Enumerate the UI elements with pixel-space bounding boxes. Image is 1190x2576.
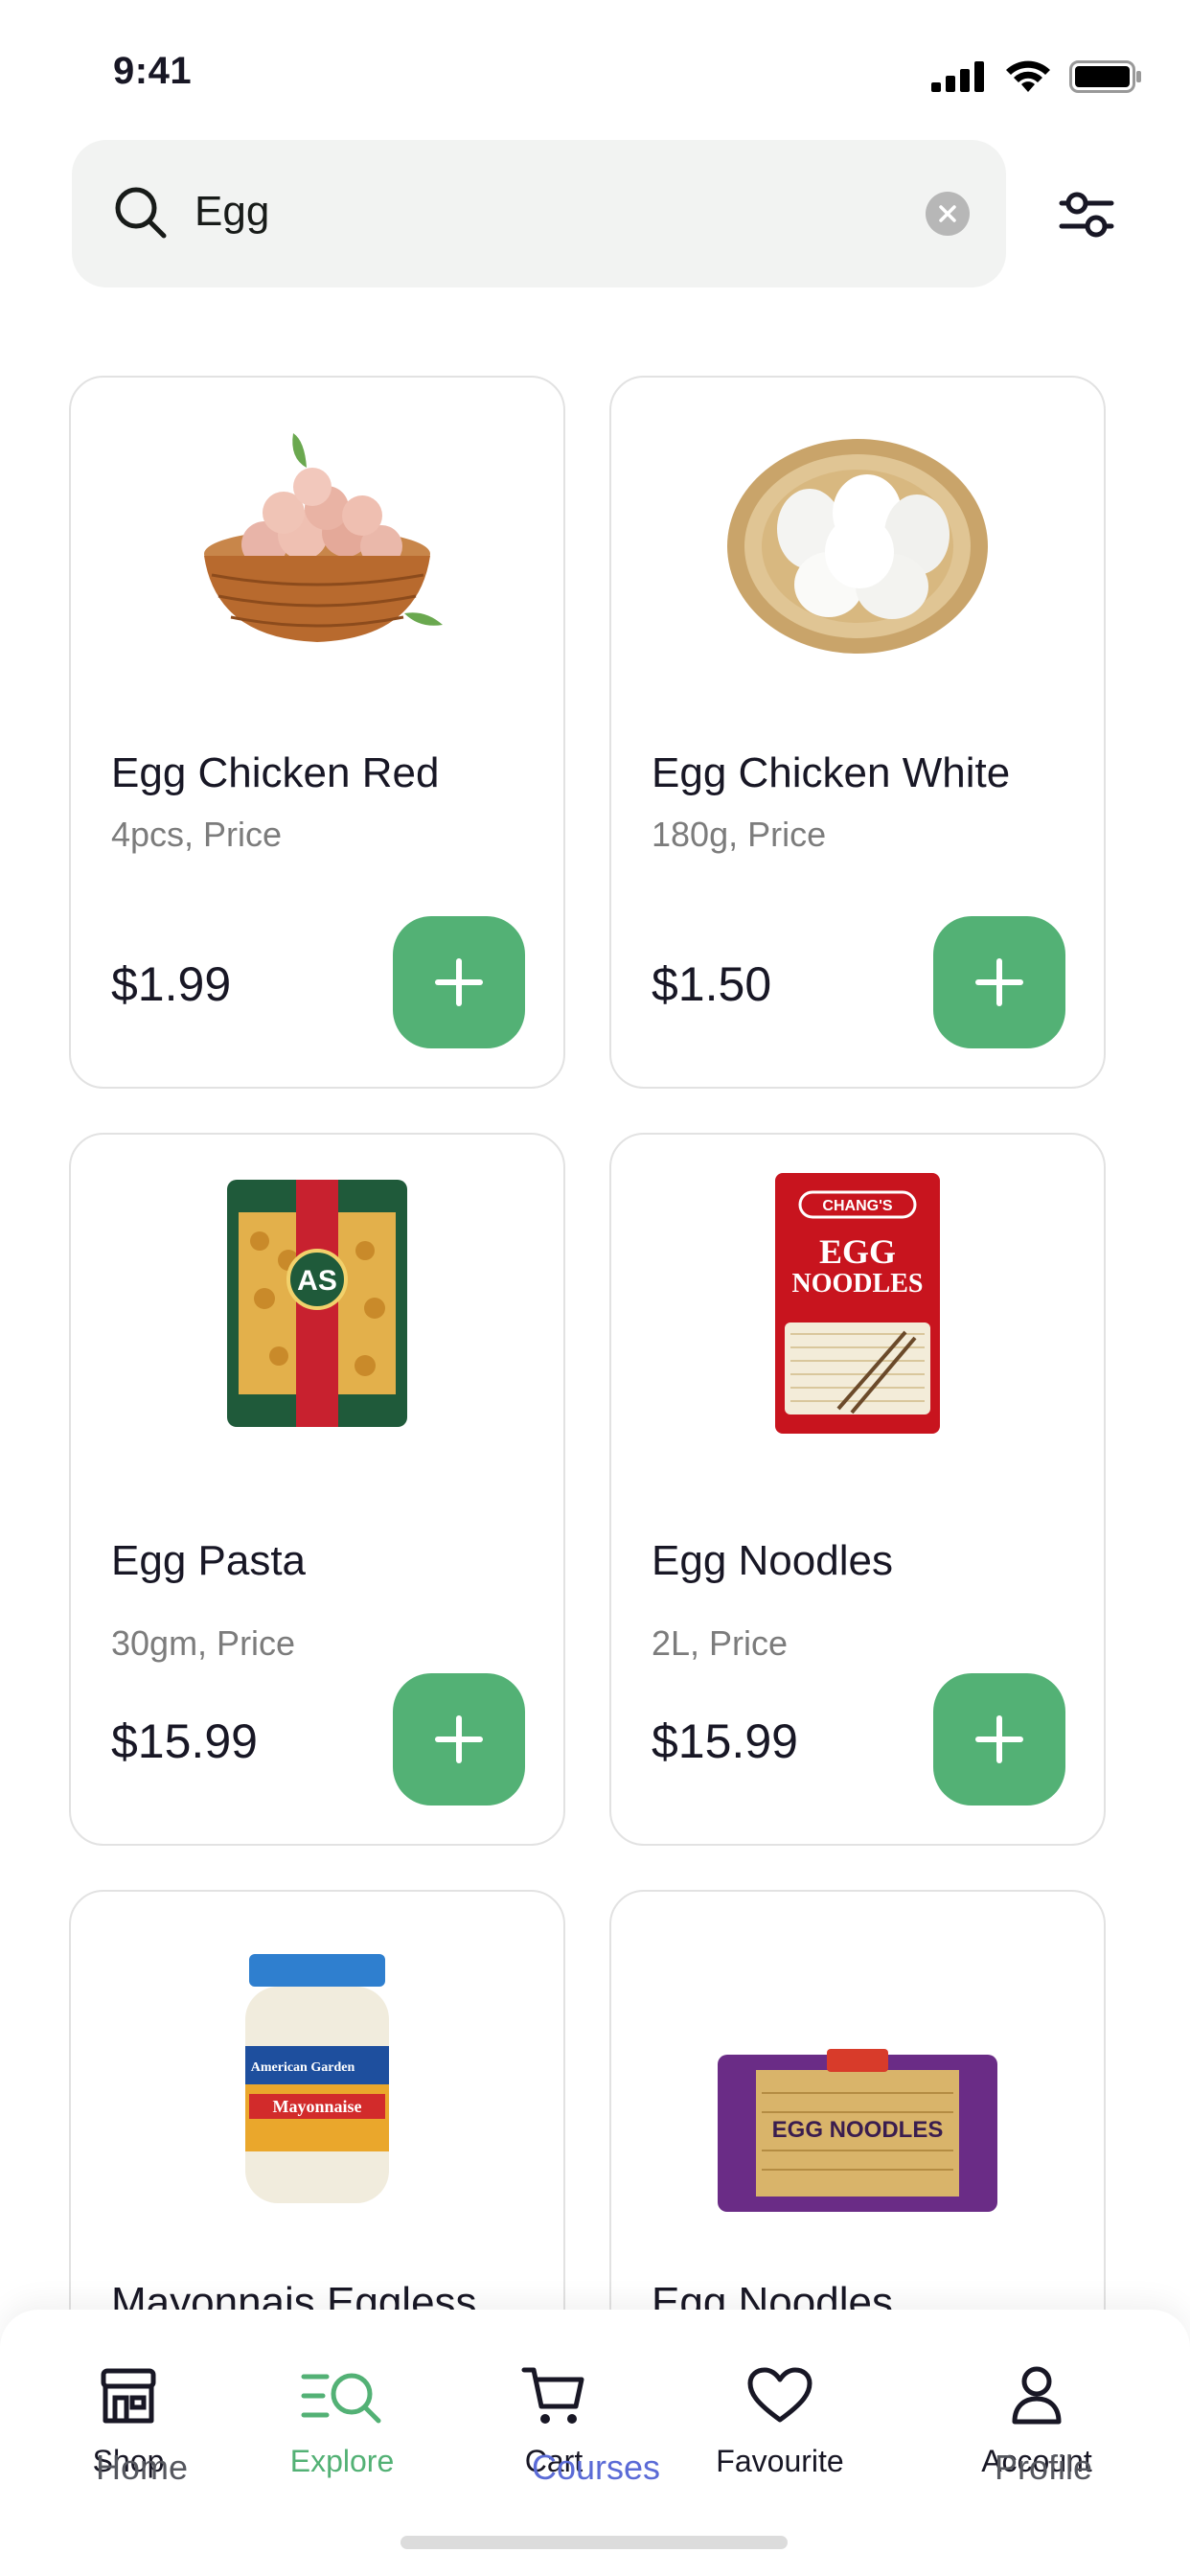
battery-icon: [1069, 60, 1141, 93]
nav-label-explore: Explore: [289, 2444, 395, 2478]
search-icon: [115, 187, 167, 239]
status-time: 9:41: [113, 50, 193, 92]
product-name: Egg Pasta: [111, 1537, 307, 1584]
overlay-label-home: Home: [96, 2448, 189, 2487]
plus-icon: [435, 1715, 483, 1763]
overlay-label-profile: Profile: [995, 2448, 1093, 2487]
product-name: Egg Noodles: [652, 1537, 893, 1584]
product-price: $15.99: [111, 1714, 258, 1768]
plus-icon: [975, 1715, 1023, 1763]
explore-icon: [301, 2373, 381, 2424]
product-image-egg-noodles-round: EGG NOODLES: [611, 1997, 1104, 2266]
product-card[interactable]: Egg Chicken Red 4pcs, Price $1.99: [69, 376, 565, 1089]
cart-icon: [521, 2367, 584, 2424]
nav-item-explore[interactable]: Explore: [246, 2361, 438, 2496]
plus-icon: [975, 958, 1023, 1006]
product-image-egg-pasta: AS: [71, 1169, 563, 1438]
search-input[interactable]: Egg: [195, 188, 269, 236]
product-image-egg-noodles: CHANG'S EGG NOODLES: [611, 1169, 1104, 1438]
product-price: $1.50: [652, 957, 772, 1011]
wifi-icon: [1006, 60, 1050, 92]
product-image-red-eggs: [71, 412, 563, 680]
product-image-white-eggs: [611, 412, 1104, 680]
product-price: $1.99: [111, 957, 232, 1011]
signal-icon: [931, 61, 984, 92]
nav-label-favourite: Favourite: [716, 2444, 844, 2478]
person-icon: [1012, 2366, 1062, 2425]
add-to-cart-button[interactable]: [933, 916, 1065, 1048]
clear-search-icon[interactable]: [926, 192, 970, 236]
add-to-cart-button[interactable]: [933, 1673, 1065, 1806]
product-price: $15.99: [652, 1714, 798, 1768]
product-card[interactable]: CHANG'S EGG NOODLES Egg Noodles 2L, Pric…: [609, 1133, 1106, 1846]
overlay-label-courses: Courses: [532, 2448, 661, 2487]
package-title: Mayonnaise: [272, 2097, 361, 2116]
heart-icon: [747, 2367, 812, 2423]
home-indicator: [400, 2536, 788, 2549]
store-icon: [101, 2368, 156, 2424]
plus-icon: [435, 958, 483, 1006]
status-bar: 9:41: [0, 0, 1190, 144]
package-logo: AS: [297, 1265, 337, 1297]
package-title: EGG NOODLES: [772, 2117, 944, 2143]
search-bar[interactable]: Egg: [72, 140, 1006, 288]
add-to-cart-button[interactable]: [393, 1673, 525, 1806]
product-image-mayonnaise: American Garden Mayonnaise: [71, 1945, 563, 2214]
nav-item-favourite[interactable]: Favourite: [684, 2361, 876, 2496]
product-detail: 2L, Price: [652, 1623, 789, 1663]
product-name: Egg Chicken White: [652, 749, 1011, 796]
status-icons: [931, 59, 1142, 94]
product-card[interactable]: Egg Chicken White 180g, Price $1.50: [609, 376, 1106, 1089]
product-detail: 4pcs, Price: [111, 815, 283, 854]
product-name: Egg Chicken Red: [111, 749, 440, 796]
filter-button[interactable]: [1052, 180, 1121, 249]
filter-icon: [1059, 192, 1114, 238]
product-detail: 180g, Price: [652, 815, 827, 854]
product-detail: 30gm, Price: [111, 1623, 296, 1663]
package-brand: American Garden: [251, 2060, 355, 2075]
product-card[interactable]: AS Egg Pasta 30gm, Price $15.99: [69, 1133, 565, 1846]
package-brand: CHANG'S: [822, 1198, 892, 1214]
package-title-line1: EGG: [819, 1232, 896, 1271]
add-to-cart-button[interactable]: [393, 916, 525, 1048]
package-title-line2: NOODLES: [792, 1269, 924, 1299]
